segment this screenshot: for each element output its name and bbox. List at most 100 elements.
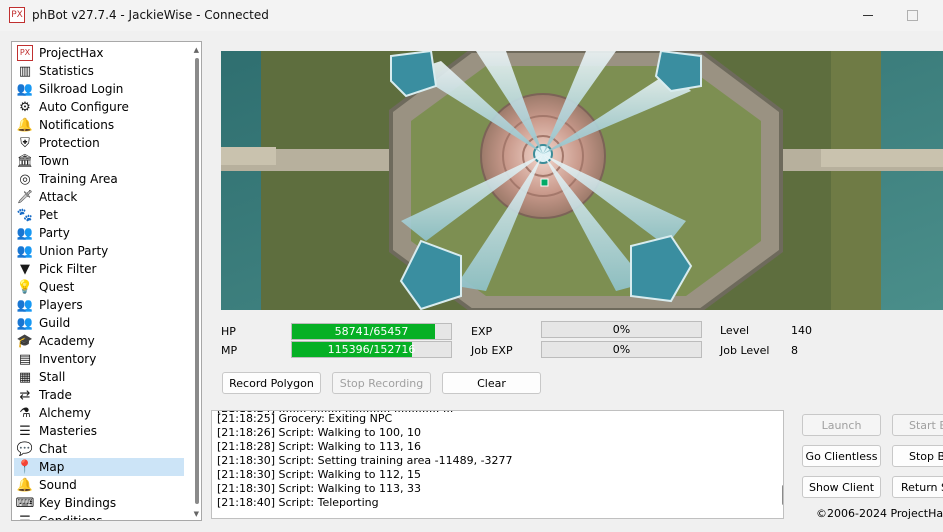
sidebar-item-union-party[interactable]: 👥 Union Party	[14, 242, 184, 260]
scroll-up-arrow-icon[interactable]: ▲	[194, 46, 199, 54]
stop-recording-button[interactable]: Stop Recording	[332, 372, 431, 394]
log-line: [21:18:40] Script: Teleporting	[217, 496, 379, 509]
sidebar-item-protection[interactable]: ⛨ Protection	[14, 134, 184, 152]
sidebar-item-label: Stall	[39, 370, 66, 384]
lightbulb-icon: 💡	[16, 279, 34, 295]
sidebar-item-auto-configure[interactable]: ⚙ Auto Configure	[14, 98, 184, 116]
union-party-icon: 👥	[16, 243, 34, 259]
app-logo-icon: PX	[9, 7, 25, 23]
sidebar-item-stall[interactable]: ▦ Stall	[14, 368, 184, 386]
log-line: [21:18:26] Script: Walking to 100, 10	[217, 426, 421, 439]
sidebar-item-map[interactable]: 📍 Map	[14, 458, 184, 476]
launch-button[interactable]: Launch	[802, 414, 881, 436]
maximize-button[interactable]	[904, 7, 920, 23]
scroll-down-arrow-icon[interactable]: ▼	[194, 510, 199, 518]
party-icon: 👥	[16, 225, 34, 241]
log-scrollbar[interactable]	[782, 485, 783, 505]
keyboard-icon: ⌨	[15, 495, 35, 511]
log-output[interactable]: [21:18:24] ........ ......... ..........…	[211, 410, 784, 519]
level-label: Level	[720, 324, 750, 337]
hp-value: 58741/65457	[334, 325, 409, 338]
alchemy-icon: ⚗	[19, 405, 31, 421]
sidebar-item-label: Conditions	[39, 514, 103, 521]
chat-icon: 💬	[16, 441, 34, 457]
sidebar-item-conditions[interactable]: ☰ Conditions	[14, 512, 184, 521]
sidebar-item-label: Alchemy	[39, 406, 91, 420]
log-line: [21:18:28] Script: Walking to 113, 16	[217, 440, 421, 453]
sidebar-item-label: Sound	[39, 478, 77, 492]
minimize-button[interactable]	[856, 7, 882, 23]
academy-icon: 🎓	[16, 333, 34, 349]
sidebar-item-academy[interactable]: 🎓 Academy	[14, 332, 184, 350]
show-client-button[interactable]: Show Client	[802, 476, 881, 498]
return-to-town-button[interactable]: Return S	[892, 476, 943, 498]
inventory-icon: ▤	[18, 351, 32, 367]
sidebar-item-label: Attack	[39, 190, 78, 204]
mp-value: 115396/152716	[327, 343, 416, 356]
job-exp-label: Job EXP	[471, 344, 513, 357]
sidebar-item-label: ProjectHax	[39, 46, 104, 60]
sidebar-item-label: Pick Filter	[39, 262, 97, 276]
sidebar-item-silkroad-login[interactable]: 👥 Silkroad Login	[14, 80, 184, 98]
sidebar-item-label: Inventory	[39, 352, 97, 366]
shield-icon: ⛨	[20, 135, 30, 151]
exp-value: 0%	[612, 323, 631, 336]
clear-button[interactable]: Clear	[442, 372, 541, 394]
sword-icon: 🗡	[16, 189, 34, 205]
sidebar-item-inventory[interactable]: ▤ Inventory	[14, 350, 184, 368]
paw-icon: 🐾	[16, 207, 34, 223]
sidebar-item-attack[interactable]: 🗡 Attack	[14, 188, 184, 206]
sidebar-item-label: Auto Configure	[39, 100, 129, 114]
go-clientless-button[interactable]: Go Clientless	[802, 445, 881, 467]
sidebar-item-alchemy[interactable]: ⚗ Alchemy	[14, 404, 184, 422]
sidebar-item-pet[interactable]: 🐾 Pet	[14, 206, 184, 224]
sidebar-item-masteries[interactable]: ☰ Masteries	[14, 422, 184, 440]
sidebar-item-guild[interactable]: 👥 Guild	[14, 314, 184, 332]
sidebar-item-label: Map	[39, 460, 65, 474]
sidebar-item-pick-filter[interactable]: ▼ Pick Filter	[14, 260, 184, 278]
sidebar-item-sound[interactable]: 🔔 Sound	[14, 476, 184, 494]
level-value: 140	[791, 324, 812, 337]
sidebar-item-chat[interactable]: 💬 Chat	[14, 440, 184, 458]
map-render	[221, 51, 943, 310]
record-polygon-button[interactable]: Record Polygon	[222, 372, 321, 394]
sidebar-item-label: Guild	[39, 316, 71, 330]
sidebar-item-projecthax[interactable]: PX ProjectHax	[14, 44, 184, 62]
sidebar-item-label: Union Party	[39, 244, 109, 258]
sidebar-item-trade[interactable]: ⇄ Trade	[14, 386, 184, 404]
log-line: [21:18:30] Script: Walking to 113, 33	[217, 482, 421, 495]
sidebar-item-party[interactable]: 👥 Party	[14, 224, 184, 242]
job-level-label: Job Level	[720, 344, 770, 357]
sidebar-item-players[interactable]: 👥 Players	[14, 296, 184, 314]
projecthax-logo-icon: PX	[17, 45, 33, 61]
people-icon: 👥	[16, 81, 34, 97]
town-icon: 🏛	[16, 153, 34, 169]
sidebar-scrollbar[interactable]	[195, 58, 199, 504]
trade-icon: ⇄	[19, 387, 31, 403]
job-exp-bar: 0%	[541, 341, 702, 358]
sidebar-item-notifications[interactable]: 🔔 Notifications	[14, 116, 184, 134]
window-title: phBot v27.7.4 - JackieWise - Connected	[32, 8, 269, 22]
sidebar-item-town[interactable]: 🏛 Town	[14, 152, 184, 170]
masteries-icon: ☰	[19, 423, 31, 439]
sidebar-item-training-area[interactable]: ◎ Training Area	[14, 170, 184, 188]
mp-label: MP	[221, 344, 238, 357]
stall-icon: ▦	[18, 369, 32, 385]
sidebar-item-quest[interactable]: 💡 Quest	[14, 278, 184, 296]
sidebar-item-label: Masteries	[39, 424, 97, 438]
start-bot-button[interactable]: Start B	[892, 414, 943, 436]
job-level-value: 8	[791, 344, 798, 357]
sidebar-item-key-bindings[interactable]: ⌨ Key Bindings	[14, 494, 184, 512]
sidebar-item-label: Pet	[39, 208, 58, 222]
gear-icon: ⚙	[19, 99, 31, 115]
sidebar-item-statistics[interactable]: ▥ Statistics	[14, 62, 184, 80]
sidebar-item-label: Key Bindings	[39, 496, 117, 510]
stop-bot-button[interactable]: Stop B	[892, 445, 943, 467]
sidebar-item-label: Town	[39, 154, 70, 168]
sidebar-item-label: Chat	[39, 442, 68, 456]
minimap-view[interactable]	[221, 51, 943, 310]
sidebar-item-label: Silkroad Login	[39, 82, 124, 96]
map-pin-icon: 📍	[16, 459, 34, 475]
sidebar-item-label: Training Area	[39, 172, 118, 186]
sidebar-item-label: Academy	[39, 334, 95, 348]
